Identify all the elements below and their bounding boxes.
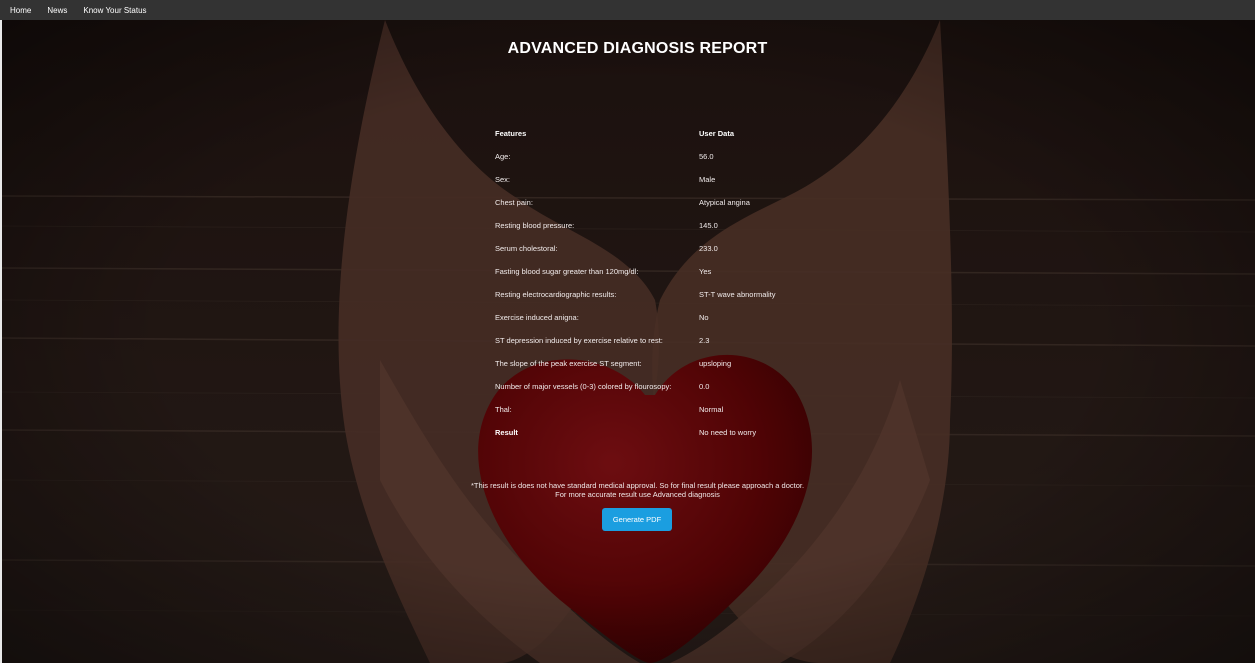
nav-link-home[interactable]: Home xyxy=(10,6,31,15)
header-features: Features xyxy=(495,129,527,138)
feature-value: Yes xyxy=(699,267,712,276)
feature-label: Thal: xyxy=(495,405,512,414)
feature-label: Serum cholestoral: xyxy=(495,244,558,253)
feature-value: Normal xyxy=(699,405,724,414)
feature-value: Atypical angina xyxy=(699,198,750,207)
page-left-border xyxy=(0,20,2,663)
page-title: ADVANCED DIAGNOSIS REPORT xyxy=(507,40,768,57)
result-label: Result xyxy=(495,428,518,437)
top-navbar: Home News Know Your Status xyxy=(0,0,1255,20)
feature-label: Resting electrocardiographic results: xyxy=(495,290,617,299)
feature-label: The slope of the peak exercise ST segmen… xyxy=(495,359,642,368)
feature-value: 233.0 xyxy=(699,244,718,253)
feature-label: Sex: xyxy=(495,175,511,184)
result-row: Result No need to worry xyxy=(492,421,819,444)
feature-value: Male xyxy=(699,175,716,184)
table-row: Number of major vessels (0-3) colored by… xyxy=(492,375,819,398)
feature-value: upsloping xyxy=(699,359,732,368)
report-table: Features User Data Age: 56.0 Sex: Male C… xyxy=(492,122,819,444)
table-row: ST depression induced by exercise relati… xyxy=(492,329,819,352)
feature-value: No xyxy=(699,313,709,322)
feature-value: 145.0 xyxy=(699,221,718,230)
result-value: No need to worry xyxy=(699,428,757,437)
table-row: Chest pain: Atypical angina xyxy=(492,191,819,214)
feature-label: Number of major vessels (0-3) colored by… xyxy=(495,382,672,391)
feature-label: Exercise induced anigna: xyxy=(495,313,579,322)
feature-value: 56.0 xyxy=(699,152,714,161)
feature-label: Fasting blood sugar greater than 120mg/d… xyxy=(495,267,639,276)
table-row: Serum cholestoral: 233.0 xyxy=(492,237,819,260)
feature-value: ST-T wave abnormality xyxy=(699,290,776,299)
table-row: Thal: Normal xyxy=(492,398,819,421)
table-row: Resting electrocardiographic results: ST… xyxy=(492,283,819,306)
table-row: Exercise induced anigna: No xyxy=(492,306,819,329)
feature-label: ST depression induced by exercise relati… xyxy=(495,336,663,345)
header-user-data: User Data xyxy=(699,129,735,138)
feature-value: 0.0 xyxy=(699,382,710,391)
disclaimer-text: *This result is does not have standard m… xyxy=(470,481,805,490)
generate-pdf-button[interactable]: Generate PDF xyxy=(602,508,672,531)
feature-label: Chest pain: xyxy=(495,198,533,207)
table-row: Age: 56.0 xyxy=(492,145,819,168)
nav-link-news[interactable]: News xyxy=(47,6,67,15)
table-row: The slope of the peak exercise ST segmen… xyxy=(492,352,819,375)
nav-link-know-your-status[interactable]: Know Your Status xyxy=(83,6,146,15)
table-row: Fasting blood sugar greater than 120mg/d… xyxy=(492,260,819,283)
table-row: Resting blood pressure: 145.0 xyxy=(492,214,819,237)
table-header-row: Features User Data xyxy=(492,122,819,145)
advanced-diagnosis-note: For more accurate result use Advanced di… xyxy=(555,490,720,499)
report-content: ADVANCED DIAGNOSIS REPORT Features User … xyxy=(0,20,1255,663)
feature-label: Age: xyxy=(495,152,511,161)
feature-value: 2.3 xyxy=(699,336,710,345)
table-row: Sex: Male xyxy=(492,168,819,191)
feature-label: Resting blood pressure: xyxy=(495,221,575,230)
